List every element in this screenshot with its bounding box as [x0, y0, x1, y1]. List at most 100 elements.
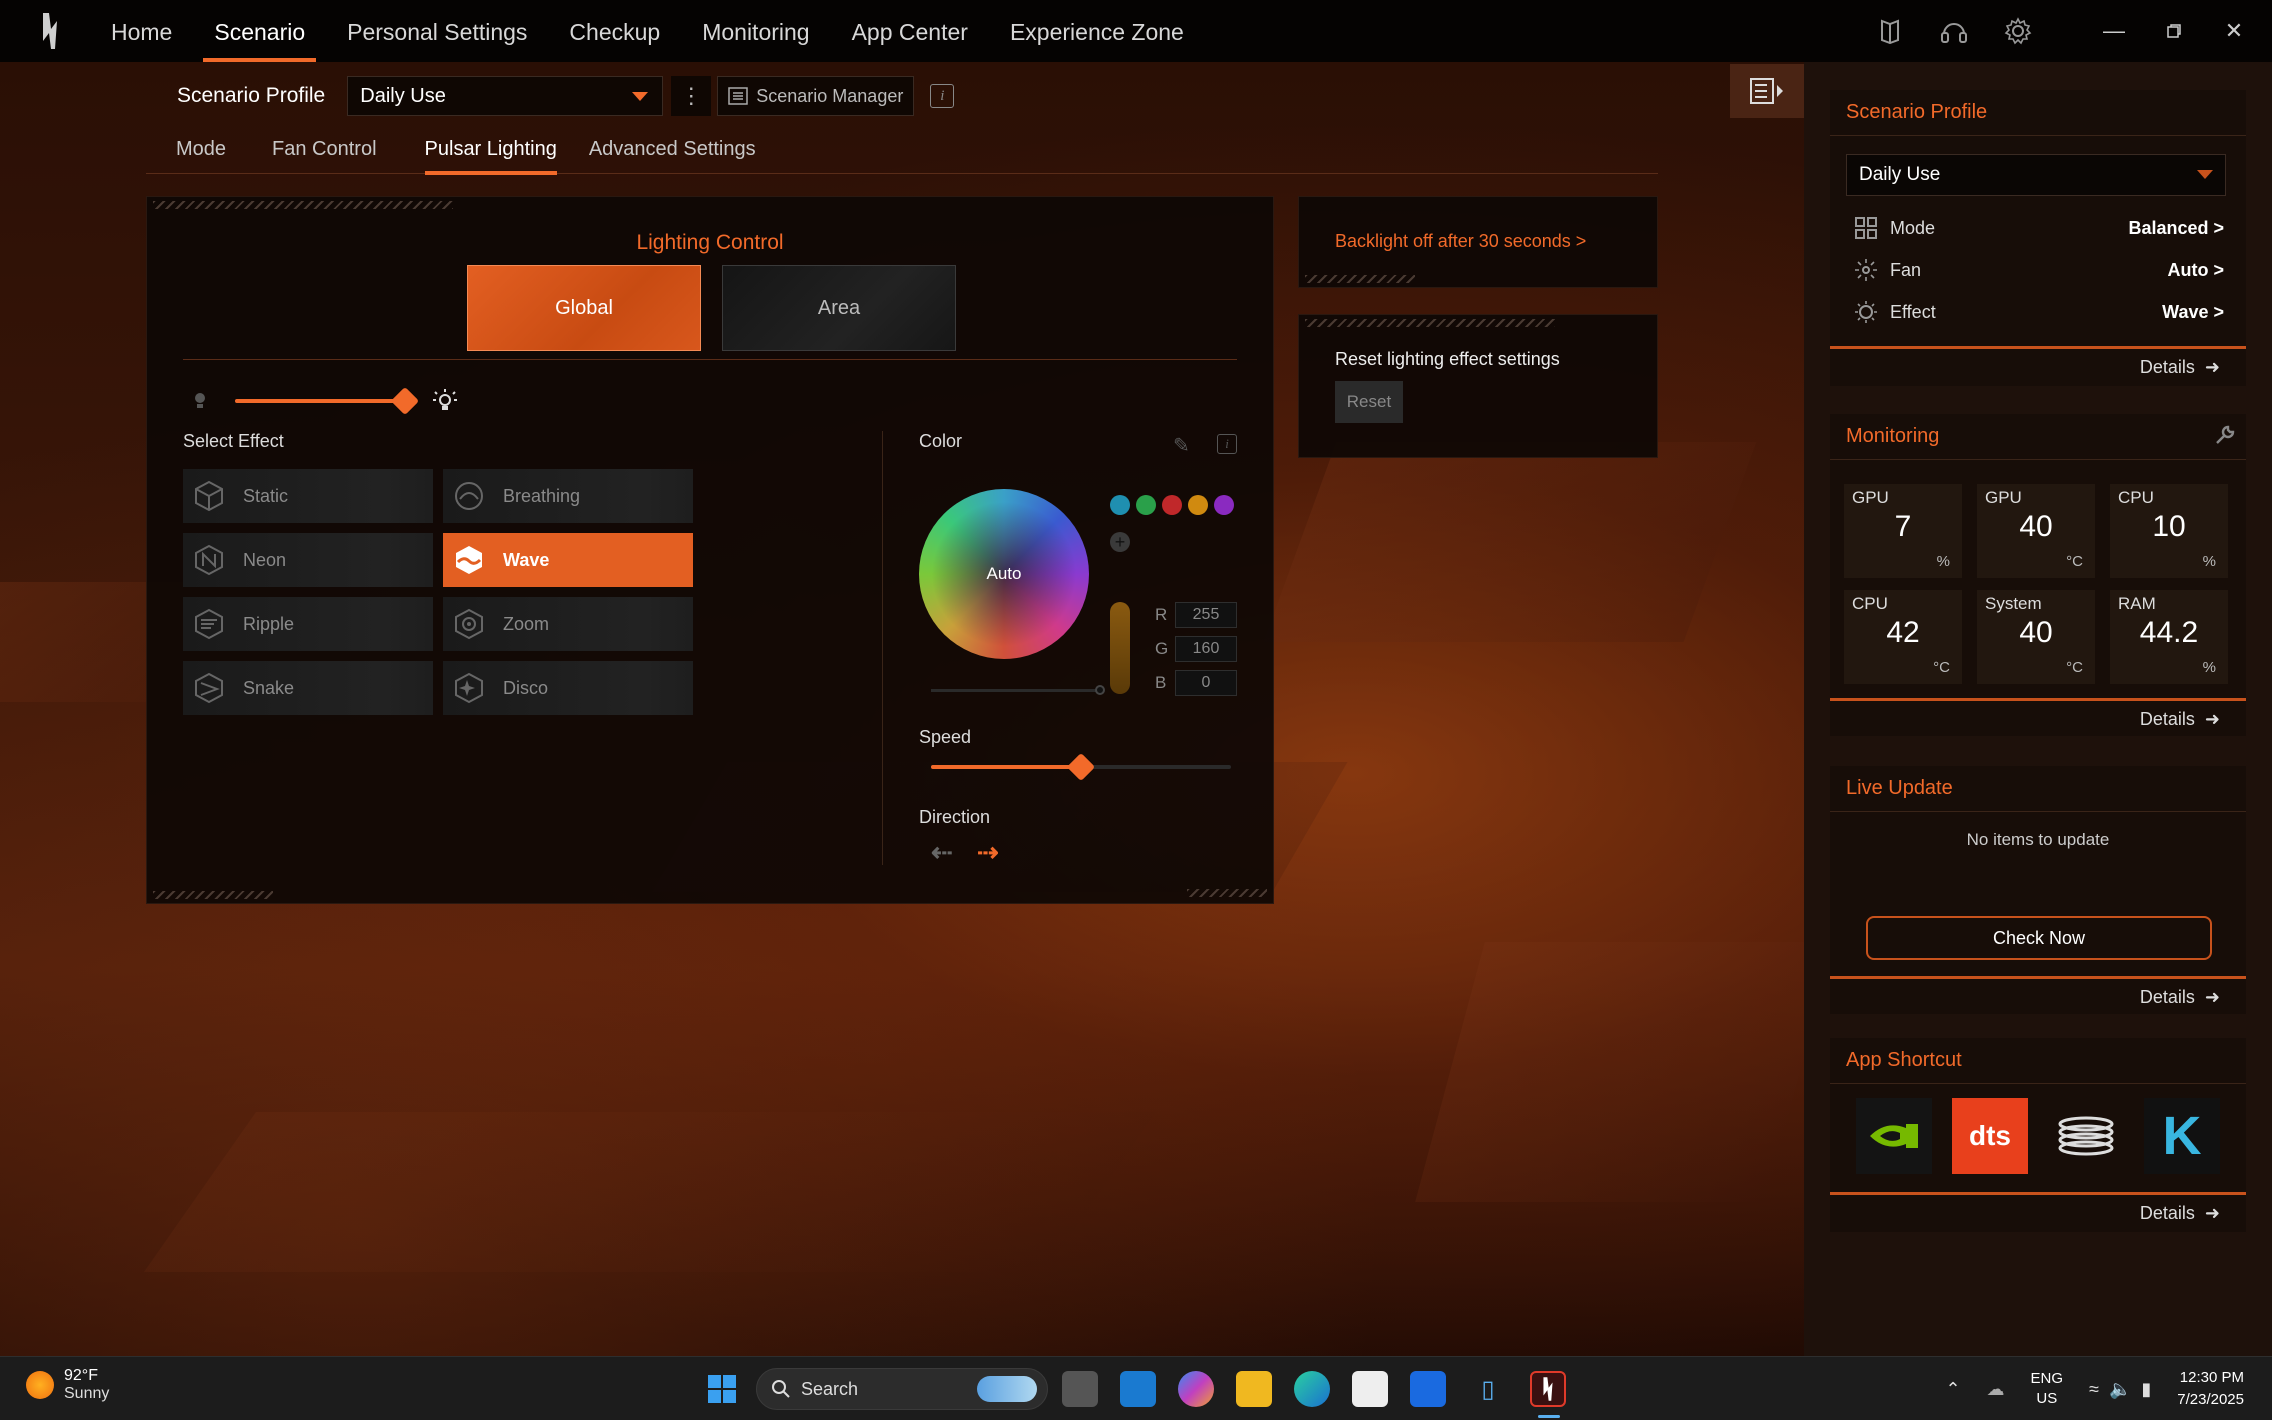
battery-icon[interactable]: ▮ [2141, 1379, 2151, 1400]
headset-icon[interactable] [1922, 0, 1986, 62]
monitor-cpu-usage: CPU 10 % [2110, 484, 2228, 578]
taskbar-search-box[interactable]: Search [756, 1368, 1048, 1410]
backlight-timeout-link[interactable]: Backlight off after 30 seconds > [1335, 231, 1586, 252]
close-icon[interactable]: ✕ [2204, 0, 2264, 62]
area-mode-button[interactable]: Area [722, 265, 956, 351]
chevron-down-icon [2197, 170, 2213, 179]
zoom-icon [449, 604, 489, 644]
live-update-details-link[interactable]: Details ➜ [1830, 976, 2246, 1016]
effect-ripple[interactable]: Ripple [183, 597, 433, 651]
check-now-button[interactable]: Check Now [1866, 916, 2212, 960]
gear-icon[interactable] [1986, 0, 2050, 62]
info-icon[interactable]: i [1217, 434, 1237, 454]
details-label: Details [2139, 357, 2195, 377]
nvidia-app-icon[interactable] [1856, 1098, 1932, 1174]
effect-breathing[interactable]: Breathing [443, 469, 693, 523]
sidebar-profile-dropdown[interactable]: Daily Use [1846, 154, 2226, 196]
book-app-icon[interactable]: ▯ [1470, 1371, 1506, 1407]
brightness-slider[interactable] [235, 399, 405, 403]
monitoring-details-link[interactable]: Details ➜ [1830, 698, 2246, 738]
clock[interactable]: 12:30 PM 7/23/2025 [2177, 1367, 2272, 1411]
sidebar-fan-row[interactable]: Fan Auto > [1854, 254, 2224, 286]
arrow-right-icon[interactable]: ⇢ [977, 837, 999, 868]
nav-home[interactable]: Home [90, 0, 193, 62]
dts-app-icon[interactable]: dts [1952, 1098, 2028, 1174]
nav-monitoring[interactable]: Monitoring [681, 0, 830, 62]
brightness-thumb[interactable] [390, 386, 420, 416]
effect-static[interactable]: Static [183, 469, 433, 523]
task-view-icon[interactable] [1062, 1371, 1098, 1407]
speed-thumb[interactable] [1066, 752, 1096, 782]
scenario-manager-button[interactable]: Scenario Manager [717, 76, 915, 116]
tile-label: CPU [2118, 488, 2154, 507]
k-app-icon[interactable]: K [2144, 1098, 2220, 1174]
color-swatch-4[interactable] [1188, 495, 1208, 515]
clock-time: 12:30 PM [2179, 1369, 2244, 1386]
more-options-icon[interactable]: ⋮ [671, 76, 712, 116]
effect-wave[interactable]: Wave [443, 533, 693, 587]
effect-snake[interactable]: Snake [183, 661, 433, 715]
sidebar-toggle-icon[interactable] [1730, 64, 1804, 118]
volume-icon[interactable]: 🔈 [2109, 1379, 2131, 1400]
dropbox-icon[interactable] [1410, 1371, 1446, 1407]
nav-personal-settings[interactable]: Personal Settings [326, 0, 548, 62]
scenario-profile-dropdown[interactable]: Daily Use [347, 76, 664, 116]
tab-pulsar-lighting[interactable]: Pulsar Lighting [424, 130, 558, 175]
add-color-icon[interactable]: + [1110, 532, 1130, 552]
sidebar-effect-row[interactable]: Effect Wave > [1854, 296, 2224, 328]
predator-sense-icon[interactable] [1530, 1371, 1566, 1407]
copilot-icon[interactable] [1178, 1371, 1214, 1407]
effect-label: Breathing [503, 485, 581, 506]
panel-divider [882, 431, 883, 865]
eyedropper-icon[interactable]: ✎ [1173, 433, 1190, 458]
saturation-thumb[interactable] [1095, 685, 1105, 695]
chevron-up-icon[interactable]: ⌃ [1945, 1379, 1960, 1400]
color-saturation-slider[interactable] [931, 685, 1105, 695]
nav-checkup[interactable]: Checkup [548, 0, 681, 62]
restore-icon[interactable] [2144, 0, 2204, 62]
coil-app-icon[interactable] [2048, 1098, 2124, 1174]
info-icon[interactable]: i [930, 84, 955, 108]
color-swatch-5[interactable] [1214, 495, 1234, 515]
tab-advanced-settings[interactable]: Advanced Settings [589, 130, 756, 174]
app-shortcut-details-link[interactable]: Details ➜ [1830, 1192, 2246, 1232]
wrench-icon[interactable] [2214, 424, 2236, 452]
nav-app-center[interactable]: App Center [831, 0, 989, 62]
tab-mode[interactable]: Mode [176, 130, 226, 174]
reset-button[interactable]: Reset [1335, 381, 1403, 423]
weather-widget[interactable]: 92°F Sunny [26, 1367, 109, 1403]
predator-logo-icon[interactable] [24, 0, 76, 62]
color-wheel[interactable]: Auto [919, 489, 1089, 659]
g-input[interactable]: 160 [1175, 636, 1237, 662]
b-input[interactable]: 0 [1175, 670, 1237, 696]
scenario-manager-label: Scenario Manager [756, 85, 904, 106]
sidebar-mode-row[interactable]: Mode Balanced > [1854, 212, 2224, 244]
nav-scenario[interactable]: Scenario [193, 0, 326, 62]
sparkle-icon [449, 668, 489, 708]
effect-zoom[interactable]: Zoom [443, 597, 693, 651]
scenario-details-link[interactable]: Details ➜ [1830, 346, 2246, 386]
effect-neon[interactable]: Neon [183, 533, 433, 587]
color-swatch-1[interactable] [1110, 495, 1130, 515]
color-swatch-2[interactable] [1136, 495, 1156, 515]
arrow-left-icon[interactable]: ⇠ [931, 837, 953, 868]
windows-start-icon[interactable] [704, 1371, 740, 1407]
edge-icon[interactable] [1294, 1371, 1330, 1407]
store-icon[interactable] [1352, 1371, 1388, 1407]
sidebar-profile-value: Daily Use [1859, 164, 1941, 185]
cloud-icon[interactable]: ☁ [1987, 1379, 2005, 1400]
sidebar-scenario-card: Scenario Profile Daily Use Mode Balanced… [1830, 90, 2246, 386]
nav-experience-zone[interactable]: Experience Zone [989, 0, 1205, 62]
ps-app-icon[interactable] [1120, 1371, 1156, 1407]
language-indicator[interactable]: ENG US [2031, 1369, 2064, 1409]
effect-disco[interactable]: Disco [443, 661, 693, 715]
global-mode-button[interactable]: Global [467, 265, 701, 351]
minimize-icon[interactable]: — [2084, 0, 2144, 62]
wifi-icon[interactable]: ≈ [2089, 1379, 2099, 1400]
color-swatch-3[interactable] [1162, 495, 1182, 515]
tab-fan-control[interactable]: Fan Control [272, 130, 377, 174]
r-input[interactable]: 255 [1175, 602, 1237, 628]
book-icon[interactable] [1858, 0, 1922, 62]
file-explorer-icon[interactable] [1236, 1371, 1272, 1407]
color-value-bar[interactable] [1110, 602, 1130, 694]
